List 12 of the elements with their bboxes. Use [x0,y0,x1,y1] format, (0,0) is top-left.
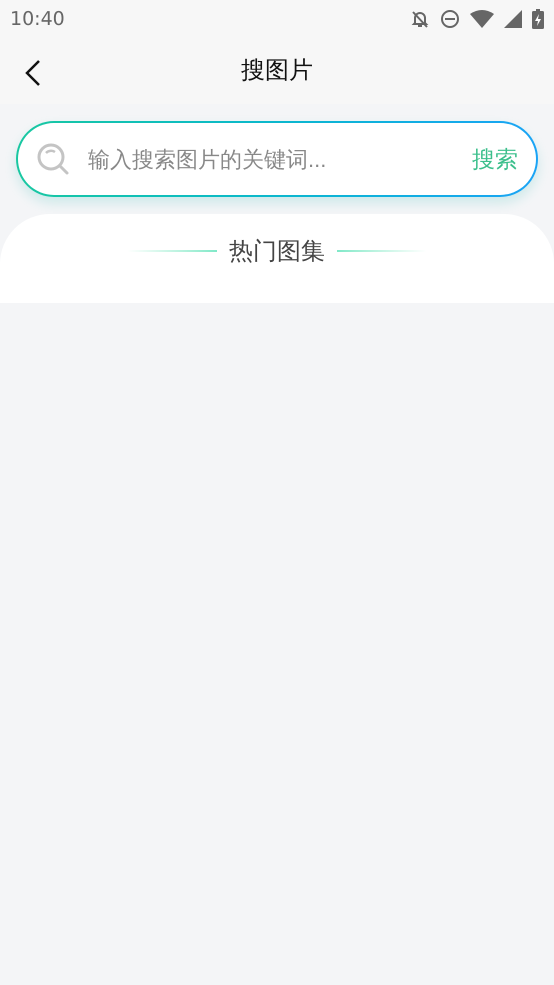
page-title: 搜图片 [241,56,313,86]
back-icon[interactable] [24,59,42,87]
search-field[interactable]: 输入搜索图片的关键词... 搜索 [16,121,538,197]
do-not-disturb-icon [440,9,460,29]
signal-icon [504,10,522,28]
search-icon [36,142,70,176]
status-time: 10:40 [10,6,65,32]
battery-icon [532,9,544,29]
search-button[interactable]: 搜索 [472,142,518,176]
bell-off-icon [410,9,430,29]
wifi-icon [470,10,494,28]
section-title: 热门图集 [229,237,325,267]
